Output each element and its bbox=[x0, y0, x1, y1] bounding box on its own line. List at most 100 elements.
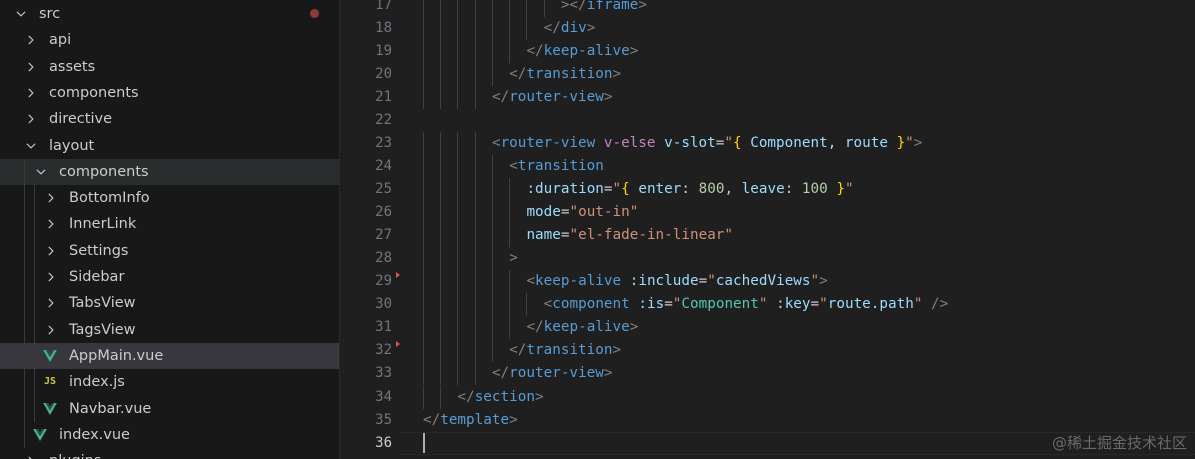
code-line[interactable]: <keep-alive :include="cachedViews"> bbox=[526, 270, 827, 293]
indent-guide bbox=[457, 201, 459, 225]
code-token: :is bbox=[638, 296, 665, 313]
fold-marker-icon[interactable] bbox=[396, 341, 400, 348]
chevron-right-icon[interactable] bbox=[24, 27, 38, 53]
line-number: 18 bbox=[375, 20, 392, 37]
explorer-folder[interactable]: components bbox=[0, 80, 339, 106]
chevron-right-icon[interactable] bbox=[44, 211, 58, 237]
code-line[interactable]: > bbox=[509, 247, 518, 270]
code-line[interactable]: ></iframe> bbox=[561, 0, 647, 17]
code-token: < bbox=[491, 135, 501, 152]
code-line[interactable]: <router-view v-else v-slot="{ Component,… bbox=[492, 132, 922, 155]
explorer-folder[interactable]: components bbox=[0, 158, 339, 185]
indent-guide bbox=[440, 339, 442, 363]
indent-guide bbox=[457, 155, 459, 179]
code-line[interactable]: </keep-alive> bbox=[526, 316, 638, 339]
chevron-down-icon[interactable] bbox=[34, 159, 48, 185]
code-line[interactable]: <transition bbox=[509, 155, 604, 178]
explorer-folder[interactable]: assets bbox=[0, 54, 339, 80]
indent-guide bbox=[474, 339, 476, 363]
line-number: 35 bbox=[375, 411, 392, 428]
code-line[interactable]: </transition> bbox=[509, 63, 621, 86]
code-line[interactable]: name="el-fade-in-linear" bbox=[526, 224, 733, 247]
line-number: 36 bbox=[375, 434, 392, 451]
explorer-folder[interactable]: Settings bbox=[0, 238, 339, 264]
chevron-right-icon[interactable] bbox=[24, 106, 38, 132]
line-number: 23 bbox=[375, 135, 392, 152]
code-line[interactable]: </section> bbox=[457, 386, 543, 409]
file-explorer: src api assets components directive layout com… bbox=[0, 0, 340, 459]
indent-guide bbox=[423, 155, 424, 179]
explorer-file[interactable]: Navbar.vue bbox=[0, 396, 339, 422]
explorer-file[interactable]: JS index.js bbox=[0, 369, 339, 395]
code-token: > bbox=[603, 89, 613, 106]
code-token: > bbox=[509, 250, 518, 267]
indent-guide bbox=[474, 132, 476, 156]
code-token: 100 bbox=[801, 181, 828, 198]
code-line[interactable]: </template> bbox=[423, 409, 518, 432]
code-line[interactable]: </router-view> bbox=[492, 86, 613, 109]
indent-guide bbox=[423, 201, 424, 225]
explorer-folder[interactable]: layout bbox=[0, 133, 339, 159]
indent-guide bbox=[457, 316, 459, 340]
explorer-folder[interactable]: TabsView bbox=[0, 290, 339, 316]
code-token: enter bbox=[638, 181, 682, 198]
code-token: router-view bbox=[500, 135, 596, 152]
explorer-folder[interactable]: src bbox=[0, 1, 339, 27]
explorer-file[interactable]: index.vue bbox=[0, 422, 339, 448]
explorer-folder[interactable]: plugins bbox=[0, 448, 339, 459]
code-token: } bbox=[896, 135, 906, 152]
chevron-right-icon[interactable] bbox=[24, 54, 38, 80]
explorer-item-label: AppMain.vue bbox=[69, 347, 164, 364]
code-token: </ bbox=[509, 66, 527, 83]
code-line[interactable]: </transition> bbox=[509, 339, 621, 362]
code-line[interactable]: :duration="{ enter: 800, leave: 100 }" bbox=[526, 178, 853, 201]
chevron-down-icon[interactable] bbox=[24, 133, 38, 159]
chevron-right-icon[interactable] bbox=[44, 185, 58, 211]
code-token: iframe bbox=[586, 0, 639, 13]
chevron-right-icon[interactable] bbox=[24, 80, 38, 106]
explorer-folder[interactable]: BottomInfo bbox=[0, 185, 339, 211]
code-token: > bbox=[629, 319, 639, 336]
fold-marker-icon[interactable] bbox=[396, 272, 400, 279]
code-line[interactable]: <component :is="Component" :key="route.p… bbox=[544, 293, 949, 316]
indent-guide bbox=[440, 270, 442, 294]
code-line[interactable]: <script setup> bbox=[423, 455, 544, 459]
code-token: ></ bbox=[560, 0, 587, 13]
code-token: > bbox=[629, 43, 639, 60]
code-token: transition bbox=[526, 342, 613, 359]
chevron-down-icon[interactable] bbox=[14, 1, 28, 27]
indent-guide bbox=[474, 362, 476, 386]
explorer-item-label: src bbox=[39, 6, 61, 22]
code-token: { bbox=[733, 135, 742, 152]
line-number: 26 bbox=[375, 204, 392, 221]
code-line[interactable]: mode="out-in" bbox=[526, 201, 638, 224]
indent-guide bbox=[491, 224, 493, 248]
indent-guide bbox=[509, 178, 511, 202]
chevron-right-icon[interactable] bbox=[24, 448, 38, 459]
chevron-right-icon[interactable] bbox=[44, 290, 58, 316]
line-number: 30 bbox=[375, 296, 392, 313]
explorer-folder[interactable]: api bbox=[0, 27, 339, 53]
code-line[interactable]: </router-view> bbox=[492, 362, 613, 385]
indent-guide bbox=[457, 362, 459, 386]
explorer-file[interactable]: AppMain.vue bbox=[0, 342, 339, 369]
line-number: 20 bbox=[375, 66, 392, 83]
chevron-right-icon[interactable] bbox=[44, 317, 58, 343]
code-line[interactable]: </keep-alive> bbox=[526, 40, 638, 63]
code-token: route bbox=[844, 135, 888, 152]
code-editor[interactable]: 17 ></iframe> 18 </div> 19 </keep-alive> 20 </t… bbox=[340, 0, 1195, 459]
line-number: 19 bbox=[375, 43, 392, 60]
indent-guide bbox=[491, 247, 493, 271]
chevron-right-icon[interactable] bbox=[44, 264, 58, 290]
chevron-right-icon[interactable] bbox=[44, 238, 58, 264]
explorer-folder[interactable]: TagsView bbox=[0, 317, 339, 343]
explorer-folder[interactable]: Sidebar bbox=[0, 264, 339, 290]
indent-guide bbox=[474, 63, 476, 87]
explorer-folder[interactable]: InnerLink bbox=[0, 211, 339, 237]
code-line[interactable]: </div> bbox=[544, 17, 596, 40]
explorer-folder[interactable]: directive bbox=[0, 106, 339, 132]
code-token: 800 bbox=[698, 181, 725, 198]
